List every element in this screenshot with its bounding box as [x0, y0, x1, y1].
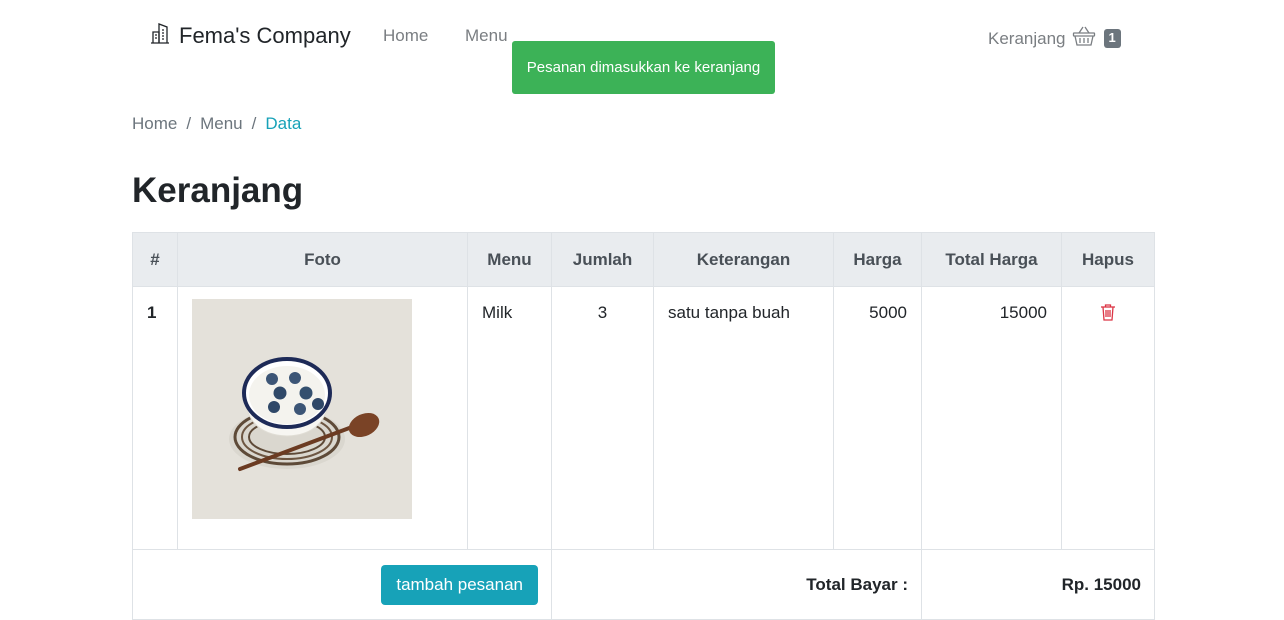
header-total-harga: Total Harga [921, 232, 1062, 287]
cell-number: 1 [132, 286, 178, 550]
brand-name: Fema's Company [179, 22, 351, 48]
header-hapus: Hapus [1061, 232, 1155, 287]
cart-count-badge: 1 [1103, 29, 1121, 48]
breadcrumb-menu[interactable]: Menu [200, 114, 243, 134]
cell-menu: Milk [467, 286, 552, 550]
header-jumlah: Jumlah [551, 232, 654, 287]
total-value: Rp. 15000 [921, 549, 1155, 620]
basket-icon [1072, 25, 1096, 52]
add-order-button[interactable]: tambah pesanan [381, 564, 538, 605]
header-menu: Menu [467, 232, 552, 287]
total-label: Total Bayar : [551, 549, 922, 620]
breadcrumb-separator: / [186, 114, 192, 133]
header-keterangan: Keterangan [653, 232, 834, 287]
cell-jumlah: 3 [551, 286, 654, 550]
breadcrumb-separator: / [251, 114, 257, 133]
cell-keterangan: satu tanpa buah [653, 286, 834, 550]
footer-add-cell: tambah pesanan [132, 549, 552, 620]
trash-icon[interactable] [1100, 303, 1116, 326]
header-number: # [132, 232, 178, 287]
building-icon [149, 22, 171, 49]
breadcrumb: Home / Menu / Data [132, 114, 301, 134]
header-harga: Harga [833, 232, 922, 287]
cart-table: # Foto Menu Jumlah Keterangan Harga Tota… [132, 232, 1155, 620]
cell-total-harga: 15000 [921, 286, 1062, 550]
header-foto: Foto [177, 232, 468, 287]
cart-link[interactable]: Keranjang 1 [988, 25, 1121, 52]
cell-foto [177, 286, 468, 550]
cart-label: Keranjang [988, 28, 1066, 48]
brand[interactable]: Fema's Company [149, 22, 351, 49]
page-title: Keranjang [132, 171, 304, 210]
breadcrumb-home[interactable]: Home [132, 114, 177, 134]
product-photo [192, 299, 412, 519]
breadcrumb-current: Data [265, 114, 302, 133]
toast-message: Pesanan dimasukkan ke keranjang [526, 59, 761, 76]
table-footer-row: tambah pesanan Total Bayar : Rp. 15000 [132, 549, 1155, 620]
nav-link-menu[interactable]: Menu [465, 26, 508, 46]
cell-hapus [1061, 286, 1155, 550]
cell-harga: 5000 [833, 286, 922, 550]
nav-link-home[interactable]: Home [383, 26, 428, 46]
toast-notification: Pesanan dimasukkan ke keranjang [512, 41, 775, 94]
table-row: 1 Milk 3 satu tanpa buah 5000 15000 [132, 286, 1155, 550]
table-header-row: # Foto Menu Jumlah Keterangan Harga Tota… [132, 232, 1155, 287]
